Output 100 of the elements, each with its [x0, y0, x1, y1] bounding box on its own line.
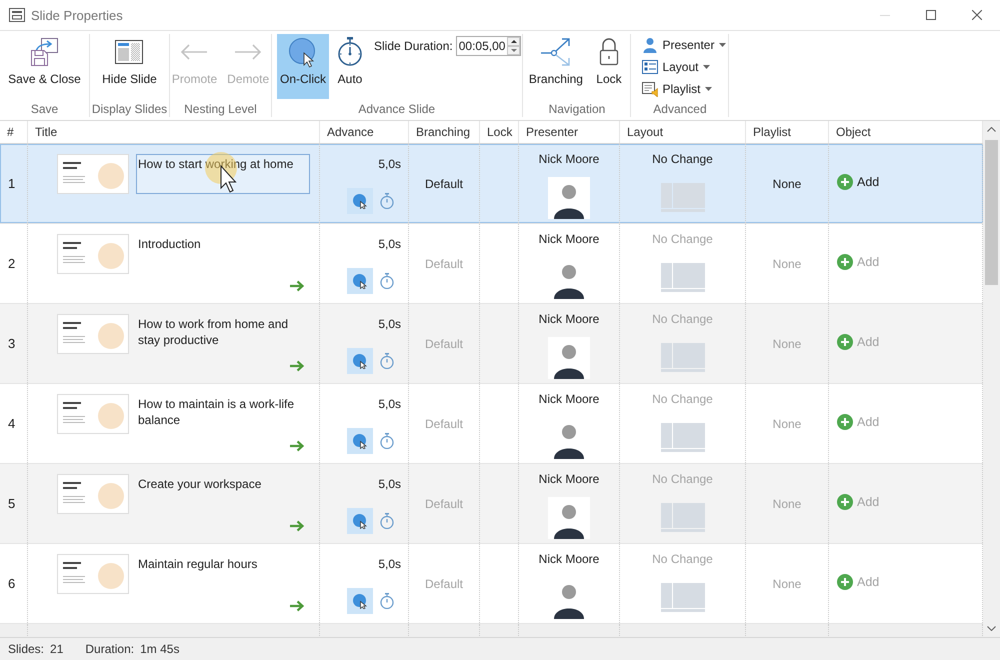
advance-duration: 5,0s — [378, 556, 401, 572]
person-silhouette-icon — [548, 497, 590, 539]
plus-circle-icon — [837, 414, 853, 430]
layout-value: No Change — [652, 391, 713, 407]
slide-title: Maintain regular hours — [138, 557, 258, 571]
add-object-button[interactable]: Add — [837, 174, 880, 190]
row-number: 2 — [8, 256, 16, 271]
branching-button[interactable]: Branching — [526, 34, 586, 99]
layout-thumbnail-icon — [660, 423, 704, 452]
caret-down-icon — [510, 49, 517, 52]
branching-value: Default — [424, 496, 464, 510]
column-header[interactable]: Presenter — [526, 125, 578, 139]
slide-thumbnail-drawing — [57, 474, 129, 514]
auto-button[interactable]: Auto — [331, 34, 370, 99]
window-icon — [9, 8, 25, 22]
person-silhouette-icon — [548, 177, 590, 219]
stopwatch-icon[interactable] — [379, 433, 395, 449]
presenter-name: Nick Moore — [538, 551, 600, 567]
column-header[interactable]: Lock — [487, 125, 512, 139]
row-number: 5 — [8, 496, 16, 511]
layout-value: No Change — [652, 231, 713, 247]
slide-duration-field[interactable]: 00:05,00 — [456, 36, 522, 56]
save-close-button[interactable]: Save & Close — [5, 34, 84, 99]
layout-value: No Change — [652, 151, 713, 167]
chevron-up-icon — [987, 127, 996, 132]
stopwatch-icon[interactable] — [379, 513, 395, 529]
column-header[interactable]: # — [7, 125, 14, 139]
branch-arrows-icon — [540, 36, 572, 68]
spin-down-button[interactable] — [507, 46, 520, 55]
column-header[interactable]: Title — [35, 125, 58, 139]
slide-thumbnail-drawing — [57, 234, 129, 274]
row-number: 6 — [8, 576, 16, 591]
scrollbar[interactable] — [983, 121, 1000, 637]
branching-value: Default — [424, 416, 464, 430]
table-row[interactable]: 3 How to work from home and stay productive 5,0s Default Nick Moore No Change None Add — [0, 304, 983, 384]
presenter-name: Nick Moore — [538, 151, 600, 167]
caret-down-icon — [703, 65, 710, 69]
column-header[interactable]: Playlist — [753, 125, 792, 139]
hide-slide-button[interactable]: Hide Slide — [99, 34, 160, 99]
layout-thumbnail-icon — [660, 263, 704, 292]
group-label: Nesting Level — [184, 102, 257, 116]
floppy-disk-icon — [28, 36, 60, 68]
group-label: Navigation — [548, 102, 606, 116]
stopwatch-icon[interactable] — [379, 193, 395, 209]
on-click-button[interactable]: On-Click — [277, 34, 330, 99]
stopwatch-icon[interactable] — [379, 273, 395, 289]
layout-thumbnail-icon — [660, 343, 704, 372]
caret-up-icon — [510, 40, 517, 43]
advance-duration: 5,0s — [378, 396, 401, 412]
title-edit-field[interactable]: How to start working at home — [136, 154, 310, 194]
branching-value: Default — [424, 336, 464, 350]
branching-value: Default — [424, 256, 464, 270]
table-row[interactable]: 1 How to start working at home 5,0s Default Nick Moore No Change None Add — [0, 144, 983, 224]
caret-down-icon — [705, 87, 712, 91]
layout-icon — [642, 59, 658, 75]
playlist-value: None — [772, 496, 802, 510]
slide-title: Create your workspace — [138, 477, 262, 491]
group-label: Advanced — [653, 102, 707, 116]
presenter-name: Nick Moore — [538, 311, 600, 327]
column-header[interactable]: Layout — [627, 125, 664, 139]
status-label: Slides: — [8, 642, 44, 656]
status-label: Duration: — [85, 642, 134, 656]
layout-dropdown[interactable]: Layout — [640, 56, 712, 78]
slide-thumbnail-drawing — [57, 394, 129, 434]
person-icon — [642, 37, 658, 53]
slide-duration-label: Slide Duration: — [374, 39, 453, 53]
slide-thumbnail-drawing — [57, 314, 129, 354]
playlist-value: None — [772, 576, 802, 590]
presenter-name: Nick Moore — [538, 471, 600, 487]
column-header[interactable]: Branching — [416, 125, 470, 139]
column-header[interactable]: Object — [836, 125, 871, 139]
plus-circle-icon — [837, 174, 853, 190]
group-label: Advance Slide — [358, 102, 436, 116]
scrollbar-thumb[interactable] — [985, 140, 998, 285]
stopwatch-icon[interactable] — [379, 593, 395, 609]
stopwatch-icon[interactable] — [379, 353, 395, 369]
document-speaker-icon — [642, 81, 658, 97]
playlist-value: None — [772, 416, 802, 430]
plus-circle-icon — [837, 494, 853, 510]
table-row[interactable]: 5 Create your workspace 5,0s Default Nick Moore No Change None Add — [0, 464, 983, 544]
window-title: Slide Properties — [31, 8, 123, 22]
row-number: 4 — [8, 416, 16, 431]
presenter-dropdown[interactable]: Presenter — [640, 34, 728, 56]
advance-duration: 5,0s — [378, 236, 401, 252]
lock-button[interactable]: Lock — [590, 34, 628, 99]
spin-up-button[interactable] — [507, 37, 520, 46]
caret-down-icon — [719, 43, 726, 47]
slide-thumbnail-drawing — [57, 154, 129, 194]
column-header[interactable]: Advance — [327, 125, 374, 139]
playlist-dropdown[interactable]: Playlist — [640, 78, 714, 100]
slide-title: Introduction — [138, 237, 201, 251]
row-number: 3 — [8, 336, 16, 351]
slide-title: How to work from home and stay productive — [138, 317, 288, 347]
advance-duration: 5,0s — [378, 156, 401, 172]
layout-value: No Change — [652, 551, 713, 567]
playlist-value: None — [772, 176, 802, 190]
plus-circle-icon — [837, 254, 853, 270]
status-value: 1m 45s — [140, 642, 180, 656]
plus-circle-icon — [837, 574, 853, 590]
slide-thumbnail-drawing — [57, 554, 129, 594]
